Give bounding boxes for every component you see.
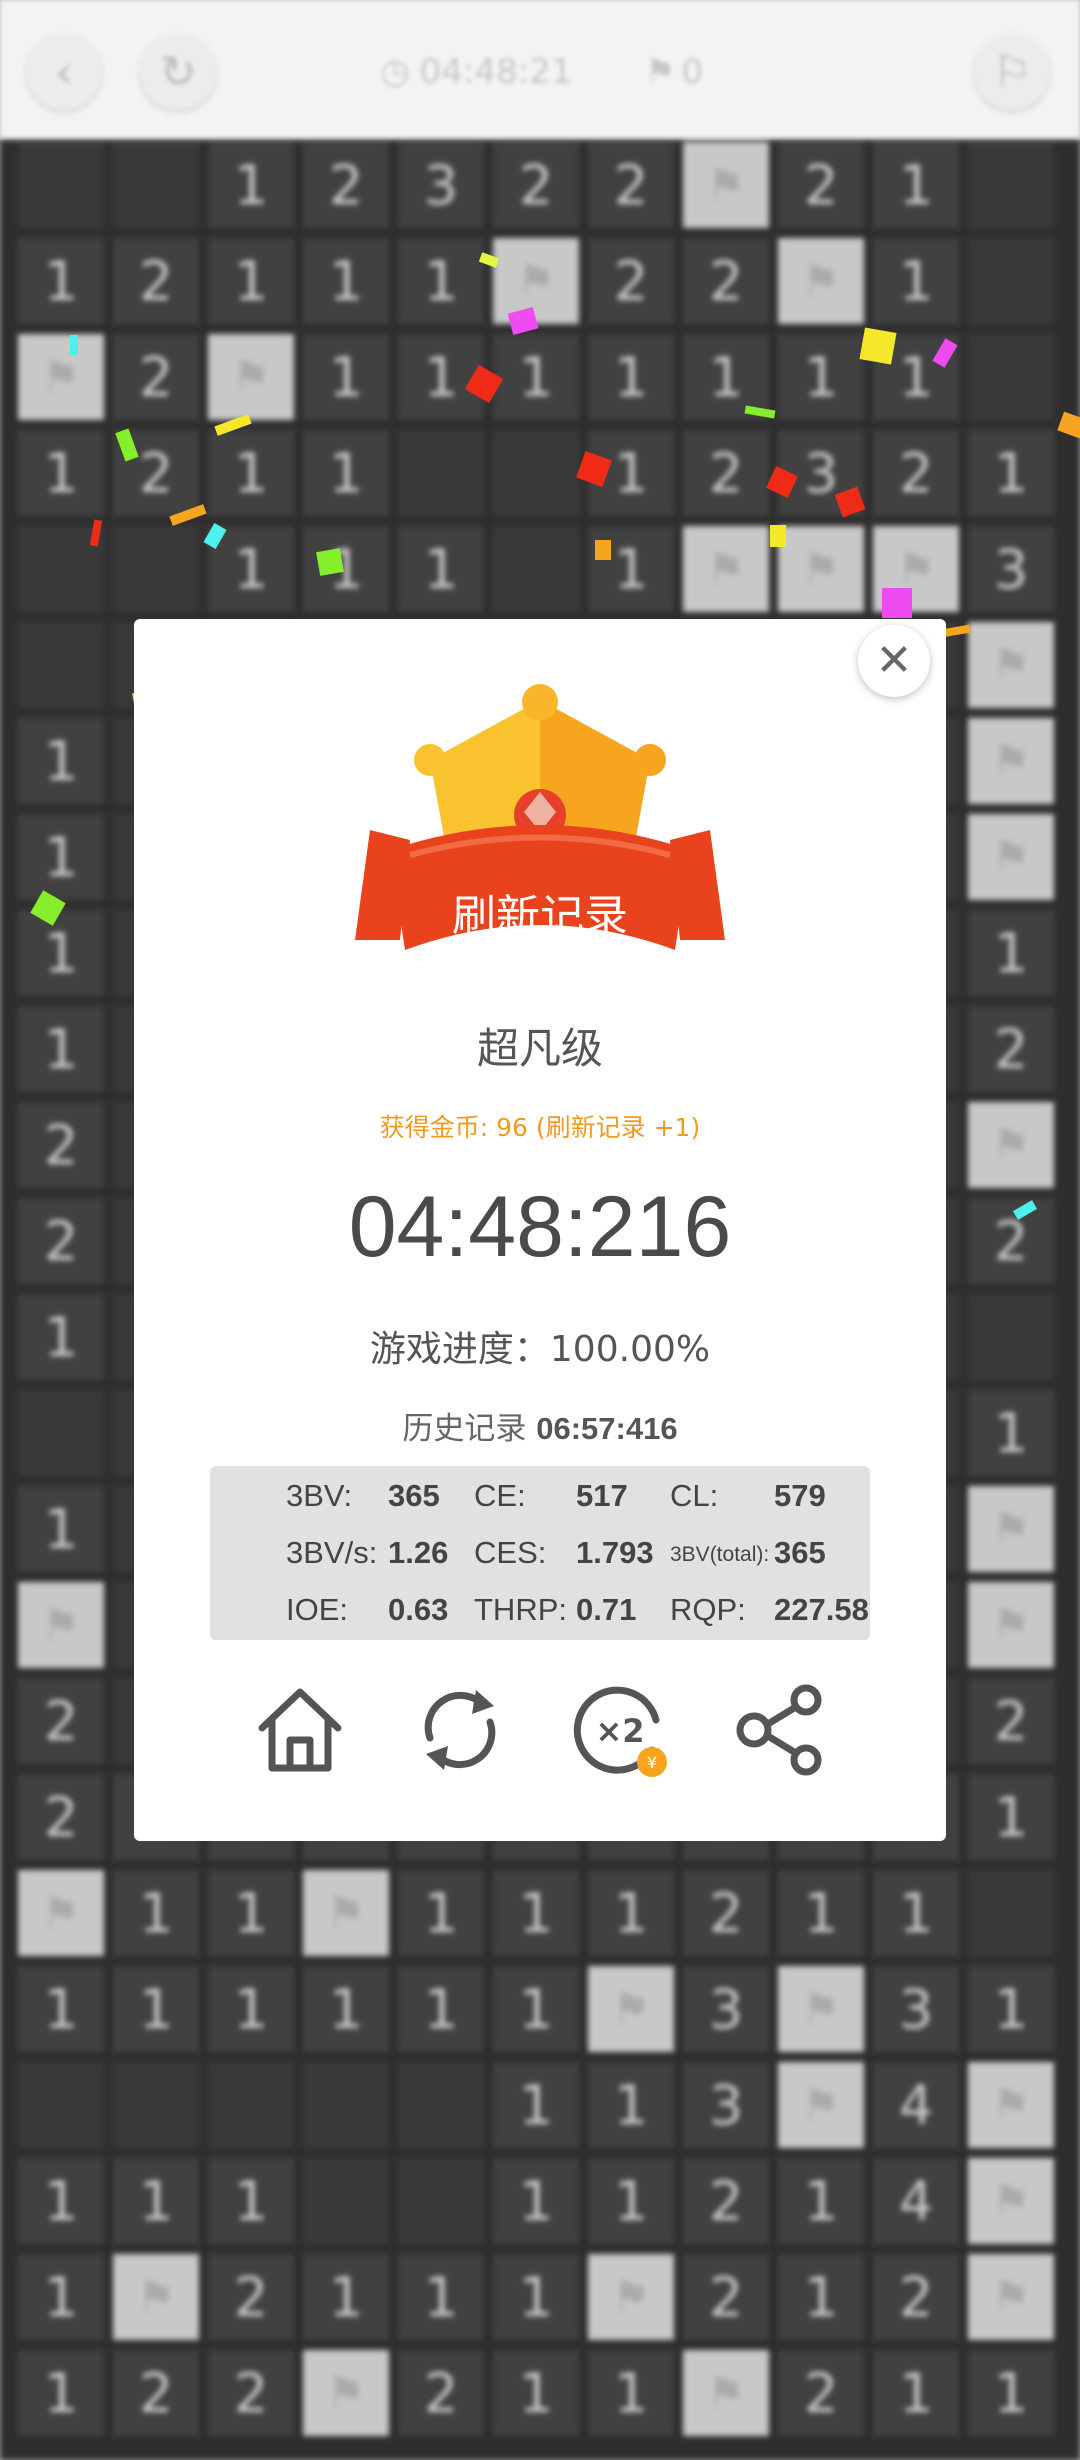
- confetti-piece: [859, 327, 897, 365]
- stat-3bvtotal-value: 365: [774, 1535, 826, 1570]
- stat-3bvs-label: 3BV/s:: [286, 1535, 378, 1570]
- banner-title: 刷新记录: [452, 891, 628, 942]
- stat-cl-label: CL:: [670, 1478, 719, 1513]
- history-label: 历史记录: [402, 1411, 527, 1447]
- stat-rqp-label: RQP:: [670, 1592, 746, 1627]
- flag-icon: ⚑: [645, 52, 676, 92]
- share-icon[interactable]: [730, 1680, 830, 1780]
- stat-3bvtotal-label: 3BV(total):: [670, 1543, 770, 1566]
- difficulty-level: 超凡级: [476, 1024, 603, 1073]
- home-icon[interactable]: [250, 1680, 350, 1780]
- confetti-piece: [70, 335, 78, 355]
- stat-ces-value: 1.793: [576, 1535, 654, 1570]
- svg-text:¥: ¥: [647, 1753, 657, 1772]
- top-timer: ◷ 04:48:21: [380, 44, 572, 100]
- confetti-piece: [595, 540, 611, 560]
- flag-count: 0: [681, 52, 704, 92]
- stat-ce-value: 517: [576, 1478, 628, 1513]
- history-value: 06:57:416: [536, 1411, 678, 1446]
- coins-earned: 获得金币: 96 (刷新记录 +1): [379, 1113, 701, 1142]
- stat-3bvs-value: 1.26: [388, 1535, 449, 1570]
- double-reward-icon[interactable]: ×2 ¥: [570, 1680, 670, 1780]
- history-record: 历史记录 06:57:416: [134, 1403, 946, 1448]
- top-timer-value: 04:48:21: [419, 52, 573, 92]
- flag-mode-icon[interactable]: ⚐: [974, 34, 1050, 110]
- restart-small-icon[interactable]: ↻: [140, 34, 216, 110]
- game-progress: 游戏进度：100.00%: [369, 1329, 711, 1370]
- stat-ces-label: CES:: [474, 1535, 547, 1570]
- stat-rqp-value: 227.58: [774, 1592, 869, 1627]
- close-button[interactable]: ✕: [858, 625, 930, 697]
- stat-3bv-label: 3BV:: [286, 1478, 353, 1513]
- stat-ioe-label: IOE:: [286, 1592, 349, 1627]
- double-badge: ×2: [595, 1712, 644, 1750]
- stat-cl-value: 579: [774, 1478, 826, 1513]
- back-icon[interactable]: ‹: [26, 34, 102, 110]
- confetti-piece: [882, 588, 912, 618]
- stat-3bv-value: 365: [388, 1478, 440, 1513]
- close-icon: ✕: [875, 635, 913, 686]
- restart-icon[interactable]: [410, 1680, 510, 1780]
- flag-counter: ⚑ 0: [645, 44, 703, 100]
- stat-thrp-value: 0.71: [576, 1592, 637, 1627]
- stat-ce-label: CE:: [474, 1478, 526, 1513]
- confetti-piece: [770, 525, 786, 547]
- top-bar: ‹ ↻ ◷ 04:48:21 ⚑ 0 ⚐: [0, 0, 1080, 140]
- clock-icon: ◷: [380, 52, 410, 92]
- stat-thrp-label: THRP:: [474, 1592, 567, 1627]
- stat-ioe-value: 0.63: [388, 1592, 449, 1627]
- finish-time: 04:48:216: [348, 1179, 732, 1275]
- confetti-piece: [316, 548, 344, 576]
